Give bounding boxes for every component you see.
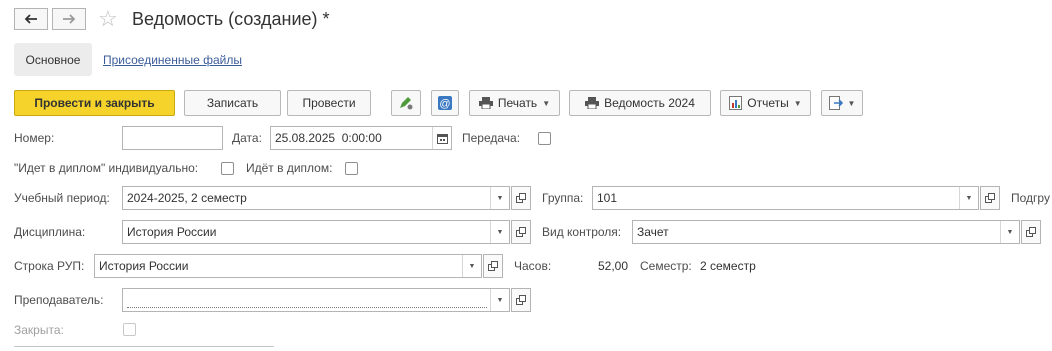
print-button[interactable]: Печать ▼ xyxy=(469,90,560,116)
closed-checkbox xyxy=(123,323,136,336)
number-label: Номер: xyxy=(14,131,55,145)
calendar-button[interactable] xyxy=(432,127,451,149)
group-value: 101 xyxy=(597,191,618,205)
post-button[interactable]: Провести xyxy=(287,90,371,116)
favorite-star-icon[interactable]: ☆ xyxy=(98,7,118,31)
post-and-close-label: Провести и закрыть xyxy=(34,96,155,110)
date-field[interactable]: 25.08.2025 0:00:00 xyxy=(270,126,452,150)
period-label: Учебный период: xyxy=(14,191,110,205)
group-label: Группа: xyxy=(542,191,584,205)
date-value: 25.08.2025 0:00:00 xyxy=(275,131,382,145)
print-label: Печать xyxy=(497,96,538,110)
printer-icon xyxy=(585,97,600,109)
diploma-label: Идёт в диплом: xyxy=(246,161,333,175)
printer-icon xyxy=(478,97,493,109)
closed-label: Закрыта: xyxy=(14,323,64,337)
chevron-down-icon: ▼ xyxy=(793,98,802,108)
chevron-down-icon: ▼ xyxy=(847,98,856,108)
control-type-field[interactable]: Зачет ▼ xyxy=(632,220,1020,244)
report-chart-icon xyxy=(729,96,743,110)
open-window-icon xyxy=(516,193,526,203)
teacher-open-button[interactable] xyxy=(511,288,531,312)
teacher-dropdown[interactable]: ▼ xyxy=(490,289,509,311)
period-dropdown[interactable]: ▼ xyxy=(490,187,509,209)
rup-value: История России xyxy=(99,259,189,273)
discipline-field[interactable]: История России ▼ xyxy=(122,220,510,244)
semester-value: 2 семестр xyxy=(700,259,756,273)
control-type-value: Зачет xyxy=(637,225,669,239)
teacher-underline xyxy=(127,307,487,308)
hours-value: 52,00 xyxy=(598,259,629,273)
teacher-field[interactable]: ▼ xyxy=(122,288,510,312)
hours-label: Часов: xyxy=(514,259,552,273)
email-button[interactable]: @ xyxy=(431,90,459,116)
group-field[interactable]: 101 ▼ xyxy=(592,186,979,210)
rup-open-button[interactable] xyxy=(483,254,503,278)
rup-dropdown[interactable]: ▼ xyxy=(462,255,481,277)
reports-button[interactable]: Отчеты ▼ xyxy=(720,90,811,116)
post-label: Провести xyxy=(302,96,356,110)
arrow-right-icon xyxy=(63,14,76,24)
open-window-icon xyxy=(516,295,526,305)
reports-label: Отчеты xyxy=(747,96,789,110)
calendar-icon xyxy=(436,133,448,144)
transfer-label: Передача: xyxy=(462,131,521,145)
discipline-value: История России xyxy=(127,225,217,239)
tab-attached-files[interactable]: Присоединенные файлы xyxy=(103,53,242,67)
control-type-label: Вид контроля: xyxy=(542,225,622,239)
bottom-tab-strip xyxy=(14,346,274,351)
group-dropdown[interactable]: ▼ xyxy=(959,187,978,209)
rup-field[interactable]: История России ▼ xyxy=(94,254,482,278)
save-label: Записать xyxy=(206,96,259,110)
discipline-dropdown[interactable]: ▼ xyxy=(490,221,509,243)
period-value: 2024-2025, 2 семестр xyxy=(127,191,247,205)
semester-label: Семестр: xyxy=(640,259,692,273)
open-window-icon xyxy=(516,227,526,237)
date-label: Дата: xyxy=(232,131,262,145)
pencil-icon xyxy=(400,97,413,110)
teacher-label: Преподаватель: xyxy=(14,293,104,307)
diploma-checkbox[interactable] xyxy=(345,162,358,175)
diploma-individual-label: "Идет в диплом" индивидуально: xyxy=(14,161,199,175)
tab-main[interactable]: Основное xyxy=(14,43,92,76)
discipline-label: Дисциплина: xyxy=(14,225,86,239)
back-button[interactable] xyxy=(14,8,48,30)
rup-label: Строка РУП: xyxy=(14,259,85,273)
open-window-icon xyxy=(985,193,995,203)
more-actions-button[interactable]: ▼ xyxy=(821,90,863,116)
transfer-checkbox[interactable] xyxy=(538,132,551,145)
svg-text:@: @ xyxy=(439,98,450,110)
number-field[interactable] xyxy=(122,126,223,150)
open-window-icon xyxy=(488,261,498,271)
discipline-open-button[interactable] xyxy=(511,220,531,244)
forward-button[interactable] xyxy=(52,8,86,30)
save-button[interactable]: Записать xyxy=(184,90,281,116)
control-type-open-button[interactable] xyxy=(1021,220,1041,244)
export-icon xyxy=(828,96,843,110)
control-type-dropdown[interactable]: ▼ xyxy=(1000,221,1019,243)
open-window-icon xyxy=(1026,227,1036,237)
at-sign-icon: @ xyxy=(438,96,452,110)
subgroup-label: Подгру xyxy=(1011,191,1050,205)
vedomost-2024-button[interactable]: Ведомость 2024 xyxy=(569,90,711,116)
period-open-button[interactable] xyxy=(511,186,531,210)
chevron-down-icon: ▼ xyxy=(542,98,551,108)
arrow-left-icon xyxy=(24,14,37,24)
group-open-button[interactable] xyxy=(980,186,1000,210)
page-title: Ведомость (создание) * xyxy=(132,9,330,29)
post-and-close-button[interactable]: Провести и закрыть xyxy=(14,90,175,116)
diploma-individual-checkbox[interactable] xyxy=(221,162,234,175)
vedomost-2024-label: Ведомость 2024 xyxy=(604,96,695,110)
period-field[interactable]: 2024-2025, 2 семестр ▼ xyxy=(122,186,510,210)
edit-button[interactable] xyxy=(391,90,421,116)
